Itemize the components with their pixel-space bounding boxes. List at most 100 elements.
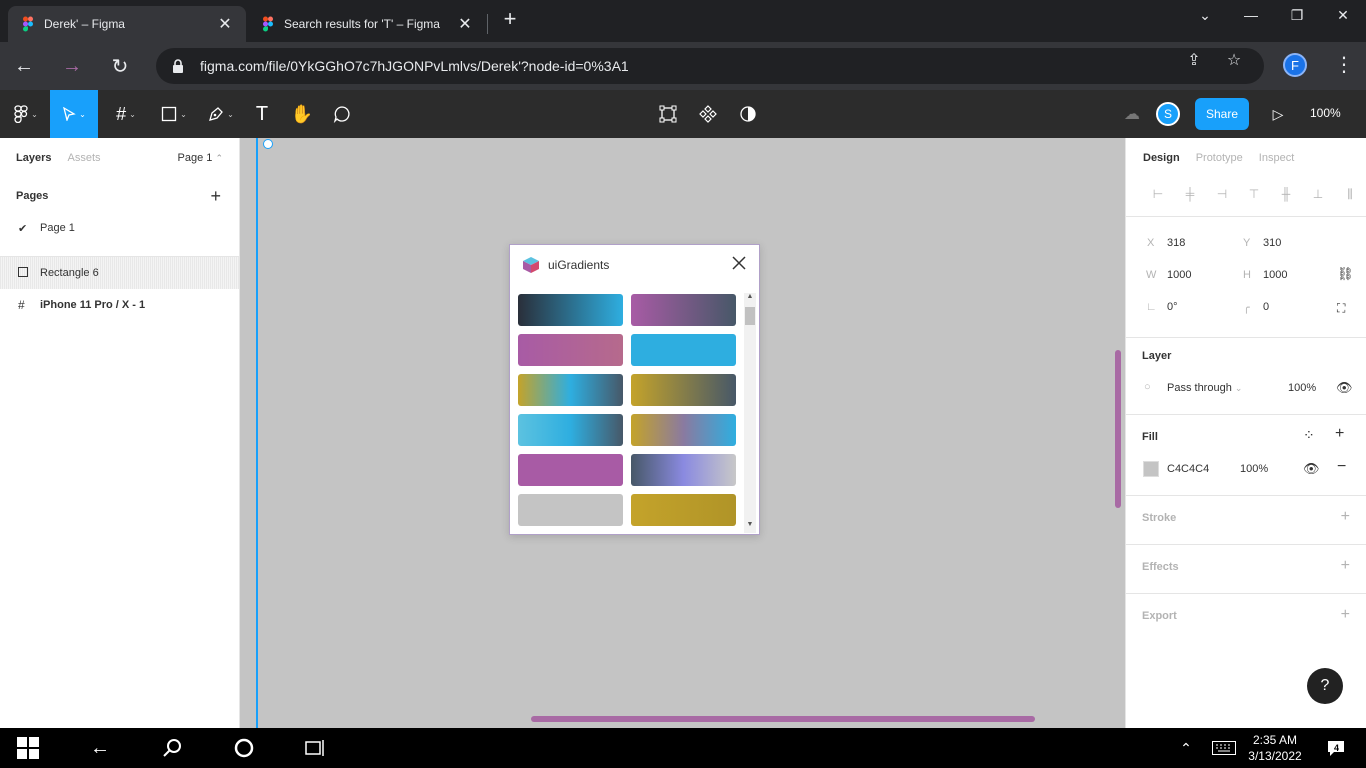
browser-menu-icon[interactable]: ⋮ bbox=[1334, 54, 1354, 78]
search-icon[interactable] bbox=[160, 736, 184, 760]
present-play-icon[interactable]: ▷ bbox=[1268, 90, 1288, 138]
tab-assets[interactable]: Assets bbox=[67, 152, 100, 164]
help-button[interactable]: ? bbox=[1307, 668, 1343, 704]
address-bar[interactable]: figma.com/file/0YkGGhO7c7hJGONPvLmlvs/De… bbox=[156, 48, 1264, 84]
tray-chevron-up-icon[interactable]: ⌃ bbox=[1174, 736, 1198, 760]
blend-mode-select[interactable]: Pass through ⌄ bbox=[1167, 382, 1242, 394]
layer-opacity-input[interactable]: 100% bbox=[1288, 382, 1316, 394]
constrain-proportions-icon[interactable]: ⛓ bbox=[1337, 266, 1354, 282]
close-icon[interactable] bbox=[731, 255, 747, 271]
close-window-icon[interactable]: ✕ bbox=[1320, 0, 1366, 30]
add-page-icon[interactable]: + bbox=[210, 186, 221, 207]
gradient-swatch[interactable] bbox=[518, 454, 623, 486]
forward-arrow-icon[interactable]: → bbox=[58, 52, 86, 80]
rotation-input[interactable]: 0° bbox=[1167, 301, 1178, 313]
align-right-icon[interactable]: ⊣ bbox=[1206, 187, 1238, 201]
gradient-swatch[interactable] bbox=[631, 294, 736, 326]
share-page-icon[interactable]: ⇪ bbox=[1184, 50, 1204, 70]
scroll-thumb[interactable] bbox=[745, 307, 755, 325]
fill-color-swatch[interactable] bbox=[1143, 461, 1159, 477]
layer-row-frame[interactable]: # iPhone 11 Pro / X - 1 bbox=[0, 289, 239, 321]
minimize-icon[interactable]: — bbox=[1228, 0, 1274, 30]
move-tool-button[interactable]: ⌄ bbox=[50, 90, 98, 138]
gradient-swatch[interactable] bbox=[518, 294, 623, 326]
distribute-icon[interactable]: ⫼ bbox=[1334, 187, 1366, 202]
gradient-swatch[interactable] bbox=[631, 494, 736, 526]
page-item[interactable]: ✔ Page 1 bbox=[0, 214, 239, 242]
fill-hex-input[interactable]: C4C4C4 bbox=[1167, 463, 1209, 475]
tab-derek-figma[interactable]: Derek' – Figma ✕ bbox=[8, 6, 246, 42]
align-vertical-center-icon[interactable]: ╫ bbox=[1270, 187, 1302, 201]
add-stroke-icon[interactable]: + bbox=[1341, 508, 1350, 526]
scroll-down-icon[interactable]: ▼ bbox=[744, 521, 756, 528]
gradient-swatch[interactable] bbox=[518, 334, 623, 366]
back-arrow-icon[interactable]: ← bbox=[10, 52, 38, 80]
eye-icon[interactable]: 👁 bbox=[1303, 461, 1320, 477]
gradient-swatch[interactable] bbox=[631, 334, 736, 366]
canvas[interactable]: uiGradients ▲ ▼ bbox=[241, 138, 1125, 728]
selection-handle[interactable] bbox=[263, 139, 273, 149]
reload-icon[interactable]: ↻ bbox=[106, 52, 134, 80]
gradient-swatch[interactable] bbox=[518, 374, 623, 406]
tab-layers[interactable]: Layers bbox=[16, 152, 51, 164]
taskbar-clock[interactable]: 2:35 AM 3/13/2022 bbox=[1240, 732, 1310, 764]
comment-tool-button[interactable] bbox=[328, 90, 356, 138]
fill-opacity-input[interactable]: 100% bbox=[1240, 463, 1268, 475]
figma-menu-button[interactable]: ⌄ bbox=[4, 90, 48, 138]
restore-icon[interactable]: ❐ bbox=[1274, 0, 1320, 30]
bookmark-star-icon[interactable]: ☆ bbox=[1224, 50, 1244, 70]
y-input[interactable]: 310 bbox=[1263, 237, 1281, 249]
layer-row-rectangle[interactable]: Rectangle 6 bbox=[0, 257, 239, 289]
page-selector[interactable]: Page 1 ⌃ bbox=[178, 152, 223, 164]
tab-search-chevron-icon[interactable]: ⌄ bbox=[1182, 0, 1228, 30]
tab-design[interactable]: Design bbox=[1143, 152, 1180, 164]
create-component-icon[interactable] bbox=[696, 90, 720, 138]
plugin-scrollbar[interactable]: ▲ ▼ bbox=[744, 293, 756, 533]
scroll-up-icon[interactable]: ▲ bbox=[744, 293, 756, 300]
mask-icon[interactable] bbox=[736, 90, 760, 138]
tab-inspect[interactable]: Inspect bbox=[1259, 152, 1294, 164]
align-left-icon[interactable]: ⊢ bbox=[1142, 187, 1174, 201]
cortana-icon[interactable] bbox=[232, 736, 256, 760]
back-arrow-icon[interactable]: ← bbox=[88, 736, 112, 760]
component-frame-icon[interactable] bbox=[656, 90, 680, 138]
tab-search-results[interactable]: Search results for 'T' – Figma ✕ bbox=[248, 6, 486, 42]
corner-radius-input[interactable]: 0 bbox=[1263, 301, 1269, 313]
new-tab-button[interactable]: + bbox=[498, 8, 522, 32]
styles-grid-icon[interactable]: ⁘ bbox=[1303, 427, 1315, 444]
gradient-swatch[interactable] bbox=[518, 494, 623, 526]
width-input[interactable]: 1000 bbox=[1167, 269, 1191, 281]
align-top-icon[interactable]: ⊤ bbox=[1238, 187, 1270, 201]
share-button[interactable]: Share bbox=[1195, 98, 1249, 130]
text-tool-icon[interactable]: T bbox=[248, 90, 276, 138]
frame-tool-button[interactable]: # ⌄ bbox=[106, 90, 146, 138]
x-input[interactable]: 318 bbox=[1167, 237, 1185, 249]
profile-avatar[interactable]: F bbox=[1283, 53, 1307, 77]
add-export-icon[interactable]: + bbox=[1341, 606, 1350, 624]
gradient-swatch[interactable] bbox=[631, 454, 736, 486]
align-horizontal-center-icon[interactable]: ╪ bbox=[1174, 187, 1206, 201]
add-effect-icon[interactable]: + bbox=[1341, 557, 1350, 575]
canvas-horizontal-scrollbar[interactable] bbox=[531, 716, 1035, 722]
windows-start-icon[interactable] bbox=[16, 736, 40, 760]
eye-icon[interactable]: 👁 bbox=[1336, 380, 1353, 396]
hand-tool-icon[interactable]: ✋ bbox=[288, 90, 316, 138]
gradient-swatch[interactable] bbox=[631, 374, 736, 406]
remove-fill-icon[interactable]: − bbox=[1337, 458, 1346, 476]
gradient-swatch[interactable] bbox=[518, 414, 623, 446]
collaborator-avatar[interactable]: S bbox=[1156, 102, 1180, 126]
shape-tool-button[interactable]: ⌄ bbox=[154, 90, 194, 138]
task-view-icon[interactable] bbox=[304, 736, 328, 760]
gradient-swatch[interactable] bbox=[631, 414, 736, 446]
keyboard-icon[interactable] bbox=[1212, 736, 1236, 760]
notification-center-icon[interactable]: 4 bbox=[1326, 738, 1346, 758]
independent-corners-icon[interactable]: ⛶ bbox=[1337, 301, 1345, 316]
align-bottom-icon[interactable]: ⊥ bbox=[1302, 187, 1334, 201]
height-input[interactable]: 1000 bbox=[1263, 269, 1287, 281]
add-fill-icon[interactable]: + bbox=[1335, 425, 1344, 443]
zoom-level[interactable]: 100% bbox=[1310, 106, 1341, 120]
tab-prototype[interactable]: Prototype bbox=[1196, 152, 1243, 164]
pen-tool-button[interactable]: ⌄ bbox=[200, 90, 242, 138]
close-tab-icon[interactable]: ✕ bbox=[456, 14, 474, 34]
canvas-vertical-scrollbar[interactable] bbox=[1115, 350, 1121, 508]
